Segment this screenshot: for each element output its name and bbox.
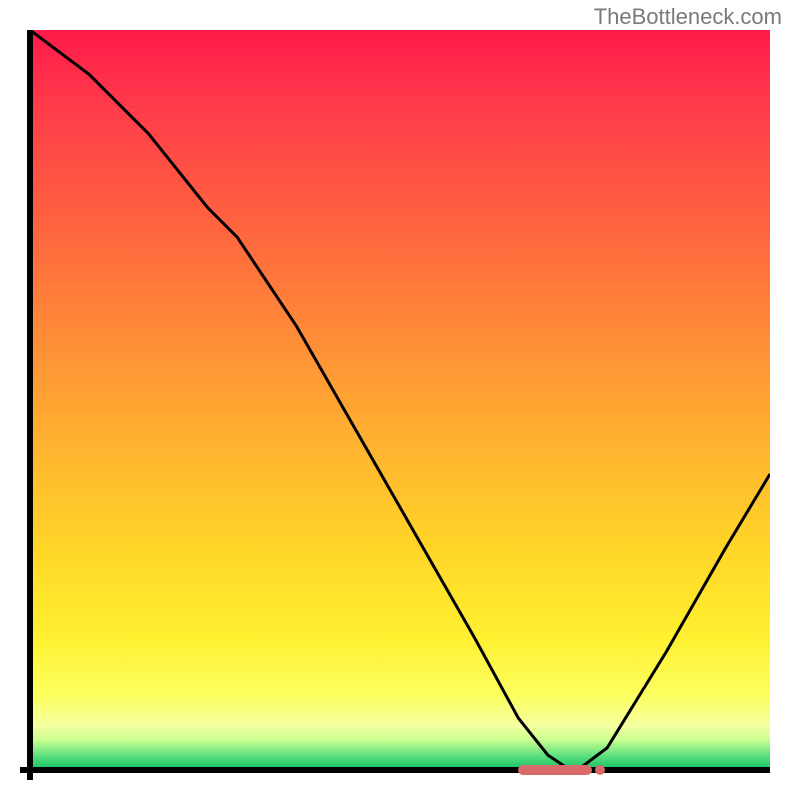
optimal-range-marker: [518, 765, 592, 775]
watermark-text: TheBottleneck.com: [594, 4, 782, 30]
axes-frame: [0, 0, 800, 800]
chart-container: TheBottleneck.com: [0, 0, 800, 800]
optimal-point-dot: [595, 765, 605, 775]
